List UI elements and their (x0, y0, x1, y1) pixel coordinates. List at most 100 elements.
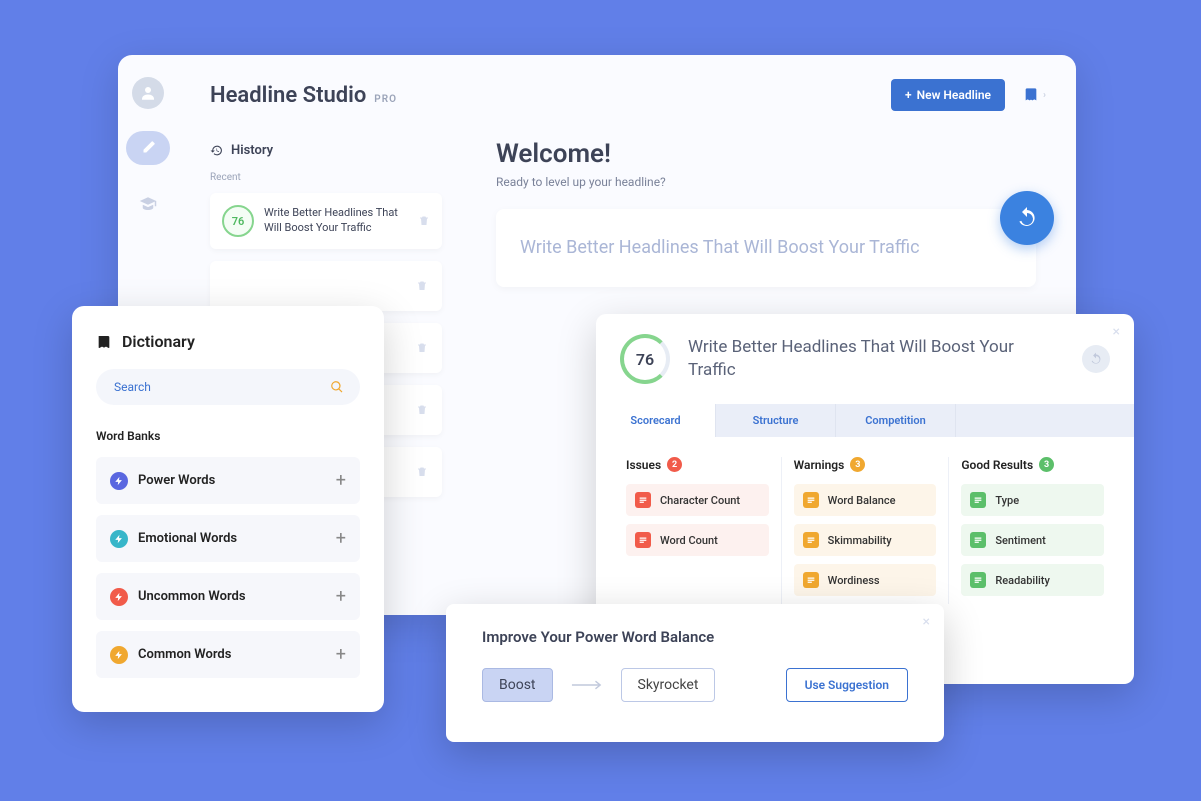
app-header: Headline Studio PRO + New Headline › (210, 79, 1046, 111)
new-headline-button[interactable]: + New Headline (891, 79, 1005, 111)
new-headline-label: New Headline (917, 88, 991, 102)
metric-icon (970, 492, 986, 508)
dictionary-search (96, 369, 360, 405)
metric-item[interactable]: Wordiness (794, 564, 937, 596)
word-bank-item[interactable]: Uncommon Words + (96, 573, 360, 620)
issues-count: 2 (667, 457, 682, 472)
word-banks-label: Word Banks (96, 429, 360, 443)
chevron-right-icon: › (1043, 90, 1046, 101)
metric-item[interactable]: Skimmability (794, 524, 937, 556)
warnings-count: 3 (850, 457, 865, 472)
history-title: History (231, 143, 273, 158)
metric-item[interactable]: Sentiment (961, 524, 1104, 556)
recent-label: Recent (210, 172, 442, 183)
tab-scorecard[interactable]: Scorecard (596, 404, 716, 437)
scorecard-grid: Issues 2 Character Count Word Count Warnin… (596, 437, 1134, 624)
expand-icon: + (336, 528, 346, 549)
nav-learn-button[interactable] (126, 187, 170, 221)
warnings-column: Warnings 3 Word Balance Skimmability Wordin… (782, 457, 950, 604)
trash-icon (416, 280, 428, 292)
word-bank-icon (110, 588, 128, 606)
dictionary-title-text: Dictionary (122, 332, 195, 351)
expand-icon: + (336, 644, 346, 665)
metric-icon (803, 492, 819, 508)
trash-icon (416, 342, 428, 354)
word-bank-label: Uncommon Words (138, 589, 326, 604)
refresh-icon (1089, 352, 1103, 366)
metric-item[interactable]: Type (961, 484, 1104, 516)
word-bank-item[interactable]: Common Words + (96, 631, 360, 678)
suggestion-title: Improve Your Power Word Balance (482, 628, 908, 646)
search-input[interactable] (96, 369, 360, 405)
word-bank-item[interactable]: Emotional Words + (96, 515, 360, 562)
history-text: Write Better Headlines That Will Boost Y… (264, 206, 408, 236)
welcome-panel: Welcome! Ready to level up your headline… (496, 139, 1036, 287)
metric-item[interactable]: Word Count (626, 524, 769, 556)
scorecard-headline: Write Better Headlines That Will Boost Y… (688, 336, 1064, 382)
scorecard-tabs: Scorecard Structure Competition (596, 404, 1134, 437)
word-bank-icon (110, 646, 128, 664)
dictionary-title: Dictionary (96, 332, 360, 351)
metric-item[interactable]: Word Balance (794, 484, 937, 516)
word-bank-label: Emotional Words (138, 531, 326, 546)
book-icon (96, 334, 112, 350)
close-icon[interactable]: × (923, 614, 930, 630)
history-item[interactable]: 76 Write Better Headlines That Will Boos… (210, 193, 442, 249)
metric-label: Readability (995, 574, 1050, 587)
good-column: Good Results3 TypeSentimentReadability (949, 457, 1116, 604)
word-bank-label: Power Words (138, 473, 326, 488)
good-label: Good Results (961, 458, 1033, 472)
word-bank-icon (110, 472, 128, 490)
avatar[interactable] (132, 77, 164, 109)
word-bank-item[interactable]: Power Words + (96, 457, 360, 504)
tab-competition[interactable]: Competition (836, 404, 956, 437)
trash-icon (416, 466, 428, 478)
metric-item[interactable]: Readability (961, 564, 1104, 596)
headline-text: Write Better Headlines That Will Boost Y… (520, 237, 920, 258)
expand-icon: + (336, 586, 346, 607)
metric-icon (635, 532, 651, 548)
metric-label: Skimmability (828, 534, 892, 547)
trash-icon[interactable] (418, 215, 430, 227)
nav-write-button[interactable] (126, 131, 170, 165)
metric-icon (803, 572, 819, 588)
app-title-text: Headline Studio (210, 83, 366, 108)
metric-item[interactable]: Character Count (626, 484, 769, 516)
warnings-label: Warnings (794, 458, 845, 472)
tab-structure[interactable]: Structure (716, 404, 836, 437)
analyze-button[interactable] (1000, 191, 1054, 245)
metric-icon (970, 572, 986, 588)
reanalyze-button[interactable] (1082, 345, 1110, 373)
refresh-icon (1015, 206, 1039, 230)
trash-icon (416, 404, 428, 416)
metric-label: Sentiment (995, 534, 1045, 547)
suggestion-row: Boost Skyrocket Use Suggestion (482, 668, 908, 702)
metric-label: Character Count (660, 494, 740, 507)
history-score: 76 (222, 205, 254, 237)
metric-label: Word Balance (828, 494, 896, 507)
book-icon (1023, 87, 1039, 103)
close-icon[interactable]: × (1113, 324, 1120, 340)
pro-badge: PRO (374, 94, 397, 105)
issues-column: Issues 2 Character Count Word Count (614, 457, 782, 604)
metric-icon (970, 532, 986, 548)
issues-label: Issues (626, 458, 661, 472)
arrow-icon (571, 676, 603, 695)
welcome-title: Welcome! (496, 139, 1036, 169)
app-title: Headline Studio PRO (210, 83, 397, 108)
history-header: History (210, 143, 442, 158)
scorecard-header: 76 Write Better Headlines That Will Boos… (596, 314, 1134, 404)
suggestion-panel: × Improve Your Power Word Balance Boost … (446, 604, 944, 742)
word-bank-label: Common Words (138, 647, 326, 662)
metric-label: Type (995, 494, 1019, 507)
expand-icon: + (336, 470, 346, 491)
headline-input[interactable]: Write Better Headlines That Will Boost Y… (496, 209, 1036, 287)
suggestion-to: Skyrocket (621, 668, 716, 702)
metric-icon (803, 532, 819, 548)
welcome-subtitle: Ready to level up your headline? (496, 175, 1036, 189)
headline-score: 76 (620, 334, 670, 384)
metric-icon (635, 492, 651, 508)
use-suggestion-button[interactable]: Use Suggestion (786, 668, 908, 702)
dictionary-panel: Dictionary Word Banks Power Words+Emotio… (72, 306, 384, 712)
dictionary-toggle-button[interactable]: › (1023, 87, 1046, 103)
